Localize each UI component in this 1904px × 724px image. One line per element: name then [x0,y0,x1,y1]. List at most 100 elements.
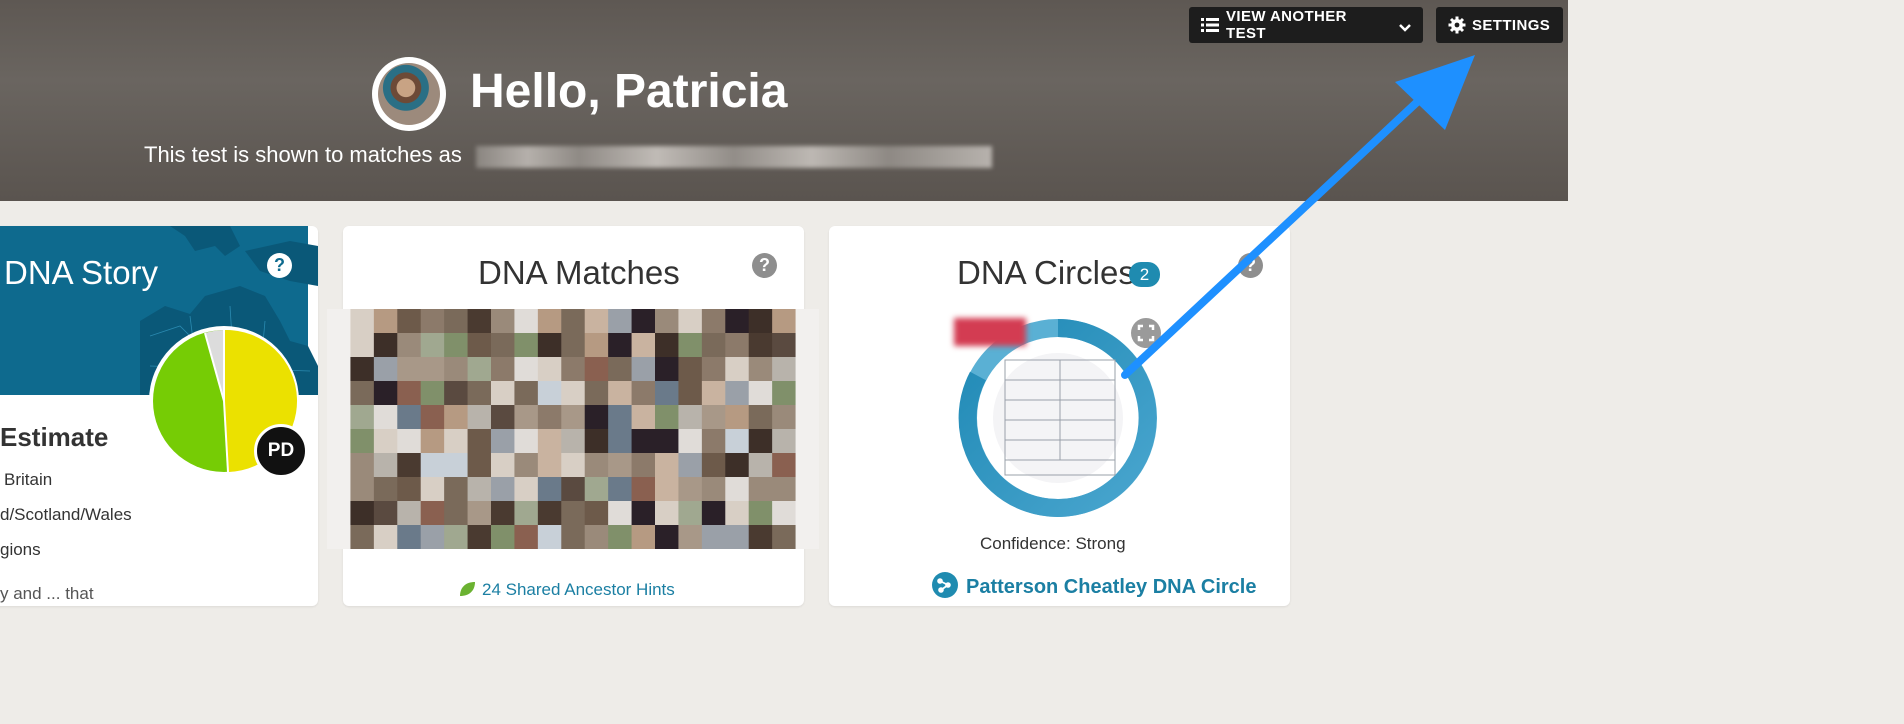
mosaic-tile [631,309,656,334]
mosaic-tile [584,333,609,358]
mosaic-tile [397,501,422,526]
mosaic-tile [748,525,773,549]
mosaic-tile [420,405,445,430]
mosaic-tile [327,357,351,382]
mosaic-tile [514,477,539,502]
mosaic-tile [444,309,469,334]
leaf-icon [458,581,476,597]
mosaic-tile [795,429,819,454]
mosaic-tile [584,477,609,502]
estimate-heading: Estimate [0,422,109,452]
dna-circle-link[interactable]: Patterson Cheatley DNA Circle [932,572,1256,599]
mosaic-tile [467,333,492,358]
mosaic-tile [537,429,562,454]
mosaic-tile [701,525,726,549]
mosaic-tile [655,477,679,502]
mosaic-tile [772,357,797,382]
region-item[interactable]: d/Scotland/Wales [0,505,132,525]
mosaic-tile [397,453,422,478]
mosaic-tile [397,381,422,406]
mosaic-tile [514,309,539,334]
mosaic-tile [701,501,726,526]
mosaic-tile [514,525,539,549]
mosaic-tile [678,309,703,334]
mosaic-tile [350,309,375,334]
mosaic-tile [561,405,586,430]
matches-photo-mosaic[interactable] [327,309,819,549]
shared-ancestor-hints-label: 24 Shared Ancestor Hints [482,580,675,599]
mosaic-tile [772,405,797,430]
mosaic-tile [655,381,679,406]
mosaic-tile [327,381,351,406]
mosaic-tile [584,501,609,526]
chevron-down-icon [1399,20,1411,32]
mosaic-tile [631,429,656,454]
mosaic-tile [608,405,633,430]
mosaic-tile [561,453,586,478]
settings-button[interactable]: SETTINGS [1436,7,1563,43]
mosaic-tile [655,405,679,430]
mosaic-tile [350,381,375,406]
mosaic-tile [327,309,351,334]
mosaic-tile [631,453,656,478]
mosaic-tile [350,525,375,549]
avatar[interactable] [372,57,446,131]
mosaic-tile [678,357,703,382]
mosaic-tile [420,453,445,478]
dna-story-help-icon[interactable]: ? [267,253,292,278]
mosaic-tile [514,429,539,454]
mosaic-tile [608,501,633,526]
mosaic-tile [491,405,515,430]
mosaic-tile [491,477,515,502]
mosaic-tile [725,405,750,430]
mosaic-tile [537,453,562,478]
mosaic-tile [491,357,515,382]
mosaic-tile [491,309,515,334]
mosaic-tile [725,333,750,358]
settings-label: SETTINGS [1472,16,1551,34]
view-another-test-button[interactable]: VIEW ANOTHER TEST [1189,7,1423,43]
circle-confidence: Confidence: Strong [980,534,1126,553]
mosaic-tile [608,429,633,454]
mosaic-tile [467,453,492,478]
page-title: Hello, Patricia [470,65,788,118]
view-another-test-label: VIEW ANOTHER TEST [1226,8,1347,42]
mosaic-tile [772,381,797,406]
dna-matches-help-icon[interactable]: ? [752,253,777,278]
mosaic-tile [608,357,633,382]
mosaic-tile [420,525,445,549]
mosaic-tile [748,429,773,454]
mosaic-tile [373,429,398,454]
mosaic-tile [561,429,586,454]
mosaic-tile [350,453,375,478]
dna-circle-link-label: Patterson Cheatley DNA Circle [966,576,1257,598]
mosaic-tile [584,453,609,478]
region-item[interactable]: Britain [4,470,52,490]
mosaic-tile [655,357,679,382]
mosaic-tile [584,381,609,406]
mosaic-tile [678,381,703,406]
mosaic-tile [678,333,703,358]
mosaic-tile [444,477,469,502]
mosaic-tile [772,453,797,478]
mosaic-tile [701,453,726,478]
mosaic-tile [631,501,656,526]
mosaic-tile [444,429,469,454]
region-item[interactable]: gions [0,540,41,560]
mosaic-tile [327,453,351,478]
mosaic-tile [327,429,351,454]
mosaic-tile [701,357,726,382]
mosaic-tile [701,333,726,358]
mosaic-tile [795,381,819,406]
shared-ancestor-hints-link[interactable]: 24 Shared Ancestor Hints [458,580,675,600]
mosaic-tile [537,501,562,526]
mosaic-tile [584,429,609,454]
mosaic-tile [397,525,422,549]
mosaic-tile [631,477,656,502]
mosaic-tile [584,405,609,430]
mosaic-tile [655,525,679,549]
mosaic-tile [444,453,469,478]
mosaic-tile [608,333,633,358]
mosaic-tile [420,333,445,358]
mosaic-tile [327,333,351,358]
